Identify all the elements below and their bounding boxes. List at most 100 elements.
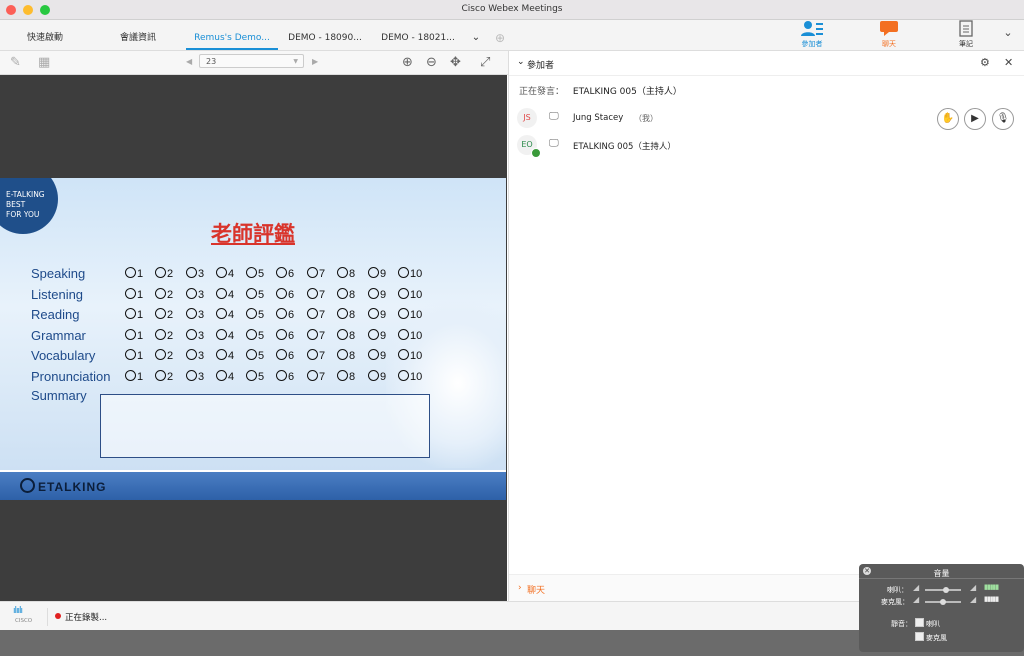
tab-meeting-info[interactable]: 會議資訊 [106,20,170,48]
rating-option: 6 [276,267,294,280]
notes-button[interactable]: 筆記 [952,20,980,49]
speaker-label: 喇叭： [887,586,908,594]
mute-mic-checkbox[interactable] [915,632,924,641]
rating-option-number: 1 [137,329,144,342]
rating-option-number: 7 [319,288,326,301]
minimize-window-button[interactable] [22,5,33,15]
add-tab-icon[interactable]: ⊕ [492,20,508,48]
rating-option-number: 2 [167,350,174,362]
rating-option-number: 1 [137,268,144,280]
rating-circle-icon [216,308,227,319]
video-camera-icon[interactable]: ▶ [964,108,986,130]
rating-circle-icon [368,308,379,319]
mute-speaker-option[interactable]: 喇叭 [915,618,940,629]
zoom-out-icon[interactable]: ⊖ [426,55,437,70]
close-panel-icon[interactable]: ✕ [1004,56,1013,69]
rating-option: 5 [246,328,265,342]
mic-slider-knob[interactable] [940,599,946,605]
mute-mic-option[interactable]: 麥克風 [915,632,947,643]
rating-option-number: 7 [319,350,326,362]
rating-option: 8 [337,328,355,342]
raise-hand-icon[interactable]: ✋ [937,108,959,130]
rating-circle-icon [398,349,409,360]
cisco-logo-bars-icon: ılıılı [13,606,23,616]
rating-circle-icon [337,349,348,360]
rating-option-number: 4 [228,329,235,342]
participant-row[interactable]: JS 🖵 Jung Stacey （我） ✋ ▶ 🎙 [517,108,1024,130]
tab-demo-18021[interactable]: DEMO - 18021... [378,20,458,48]
rating-circle-icon [337,369,348,381]
rating-option: 2 [155,308,173,321]
collapse-panel-chevron-icon[interactable]: ⌄ [517,57,525,67]
rating-circle-icon [337,308,348,319]
rating-option-number: 4 [228,309,235,321]
zoom-window-button[interactable] [39,5,50,15]
presenter-screen-icon: 🖵 [549,138,559,149]
rating-option-number: 1 [137,288,144,301]
fullscreen-expand-icon[interactable]: ⤢ [480,55,490,70]
rating-option: 8 [337,349,355,362]
rating-circle-icon [186,328,197,340]
avatar: JS [517,108,537,128]
tab-demo-18090[interactable]: DEMO - 18090... [285,20,365,48]
previous-page-icon[interactable]: ◀ [186,57,192,66]
chat-button[interactable]: 聊天 [874,20,904,49]
rating-option-number: 4 [228,370,235,383]
participants-button[interactable]: 參加者 [796,20,828,49]
rating-row: Reading 1 2 3 4 5 6 7 8 9 10 [0,307,506,327]
zoom-in-icon[interactable]: ⊕ [402,55,413,70]
rating-option: 6 [276,369,294,383]
close-window-button[interactable] [6,5,16,15]
rating-circle-icon [337,267,348,278]
rating-circle-icon [125,308,136,319]
rating-option-number: 9 [380,268,387,280]
page-number-field[interactable]: 23 ▼ [199,54,304,68]
mute-speaker-checkbox[interactable] [915,618,924,627]
chat-icon [880,21,898,36]
rating-option: 1 [125,328,144,342]
rating-option-number: 7 [319,329,326,342]
rating-circle-icon [125,349,136,360]
recording-status: 正在錄製... [65,613,108,623]
webex-window: Cisco Webex Meetings 快速啟動 會議資訊 Remus's D… [0,0,1024,630]
pan-move-icon[interactable]: ✥ [450,55,461,70]
rating-circle-icon [155,287,166,299]
rating-option-number: 10 [410,309,423,321]
rating-option-number: 5 [258,329,265,342]
panel-settings-gear-icon[interactable]: ⚙ [980,56,990,69]
rating-row-label: Grammar [31,327,86,343]
etalking-brand: ETALKING [20,478,106,494]
participant-tag: （我） [634,114,658,123]
tabs-overflow-chevron-icon[interactable]: ⌄ [468,20,484,48]
rating-row: Pronunciation 1 2 3 4 5 6 7 8 9 10 [0,369,506,389]
rating-option: 2 [155,287,173,301]
window-title: Cisco Webex Meetings [461,4,563,14]
mute-label: 靜音： [891,620,912,628]
tab-remus-demo[interactable]: Remus's Demo... [186,20,278,50]
rating-option-number: 7 [319,370,326,383]
slide-title: 老師評鑑 [211,221,295,246]
rating-row: Speaking 1 2 3 4 5 6 7 8 9 10 [0,266,506,286]
rating-option: 3 [186,349,204,362]
tab-quick-start[interactable]: 快速啟動 [14,20,76,48]
mute-microphone-icon[interactable]: 🎙 [992,108,1014,130]
active-speaker: 正在發言： ETALKING 005（主持人） [519,84,682,97]
notes-icon [959,20,973,37]
thumbnails-grid-icon[interactable]: ▦ [38,55,50,70]
next-page-icon[interactable]: ▶ [312,57,318,66]
rating-option: 6 [276,287,294,301]
rating-circle-icon [125,328,136,340]
more-options-chevron-icon[interactable]: ⌄ [1000,26,1016,39]
rating-circle-icon [276,369,287,381]
speaker-slider-knob[interactable] [943,587,949,593]
participant-row[interactable]: EO 🖵 ETALKING 005（主持人） [517,135,1024,158]
annotate-pen-icon[interactable]: ✎ [10,55,21,70]
rating-option: 10 [398,287,422,301]
participant-name: Jung Stacey [573,113,624,123]
rating-circle-icon [186,267,197,278]
speaking-label: 正在發言： [519,87,565,97]
rating-circle-icon [398,308,409,319]
rating-circle-icon [276,328,287,340]
rating-option-number: 9 [380,350,387,362]
rating-circle-icon [155,349,166,360]
